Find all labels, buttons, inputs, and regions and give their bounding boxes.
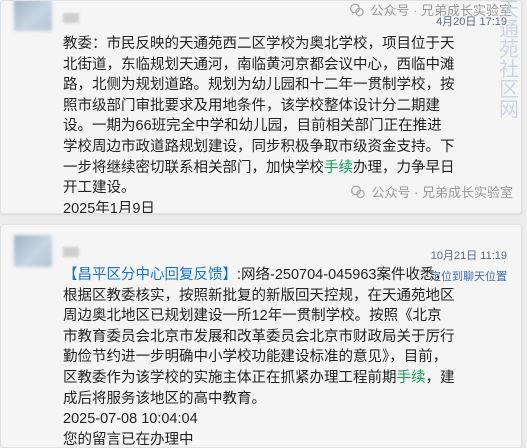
reply-prefix: 教委： bbox=[63, 36, 107, 52]
user-avatar[interactable] bbox=[14, 1, 52, 31]
reply-body: 市民反映的天通苑西二区学校为奥北学校，项目位于天北街道，东临规划天通河，南临黄河… bbox=[63, 36, 455, 176]
message-time: 10月21日 11:19 bbox=[430, 250, 507, 262]
account-watermark: 公众号 · 兄弟成长实验室 bbox=[351, 182, 513, 201]
source-tag: 【昌平区分中心回复反馈】 bbox=[63, 267, 237, 283]
account-watermark-text: 公众号 · 兄弟成长实验室 bbox=[371, 185, 513, 200]
keyword-highlight[interactable]: 手续 bbox=[397, 370, 426, 386]
username-redacted bbox=[63, 13, 79, 23]
wechat-official-account-icon bbox=[350, 3, 365, 17]
reply-text: 【昌平区分中心回复反馈】:网络-250704-045963案件收悉，根据区教委核… bbox=[63, 265, 455, 448]
message-card-1: 4月20日 17:19 教委：市民反映的天通苑西二区学校为奥北学校，项目位于天北… bbox=[0, 0, 522, 214]
reply-date: 2025年1月9日 bbox=[63, 200, 155, 214]
reply-body: :网络-250704-045963案件收悉，根据区教委核实，按照新批复的新版回天… bbox=[63, 267, 455, 386]
site-watermark: 天通苑社区网 bbox=[499, 0, 519, 121]
account-watermark-text: 公众号 · 兄弟成长实验室 bbox=[370, 3, 512, 18]
reply-datetime: 2025-07-08 10:04:04 bbox=[63, 411, 198, 428]
wechat-official-account-icon bbox=[351, 185, 366, 199]
status-text: 您的留言已在办理中 bbox=[63, 431, 194, 448]
user-avatar[interactable] bbox=[14, 235, 52, 267]
username-redacted bbox=[63, 247, 79, 257]
message-card-2: 10月21日 11:19 定位到聊天位置 【昌平区分中心回复反馈】:网络-250… bbox=[0, 224, 522, 448]
keyword-highlight[interactable]: 手续 bbox=[324, 160, 353, 176]
account-watermark-2: 公众号 · 兄弟成长实验室 bbox=[350, 0, 512, 19]
